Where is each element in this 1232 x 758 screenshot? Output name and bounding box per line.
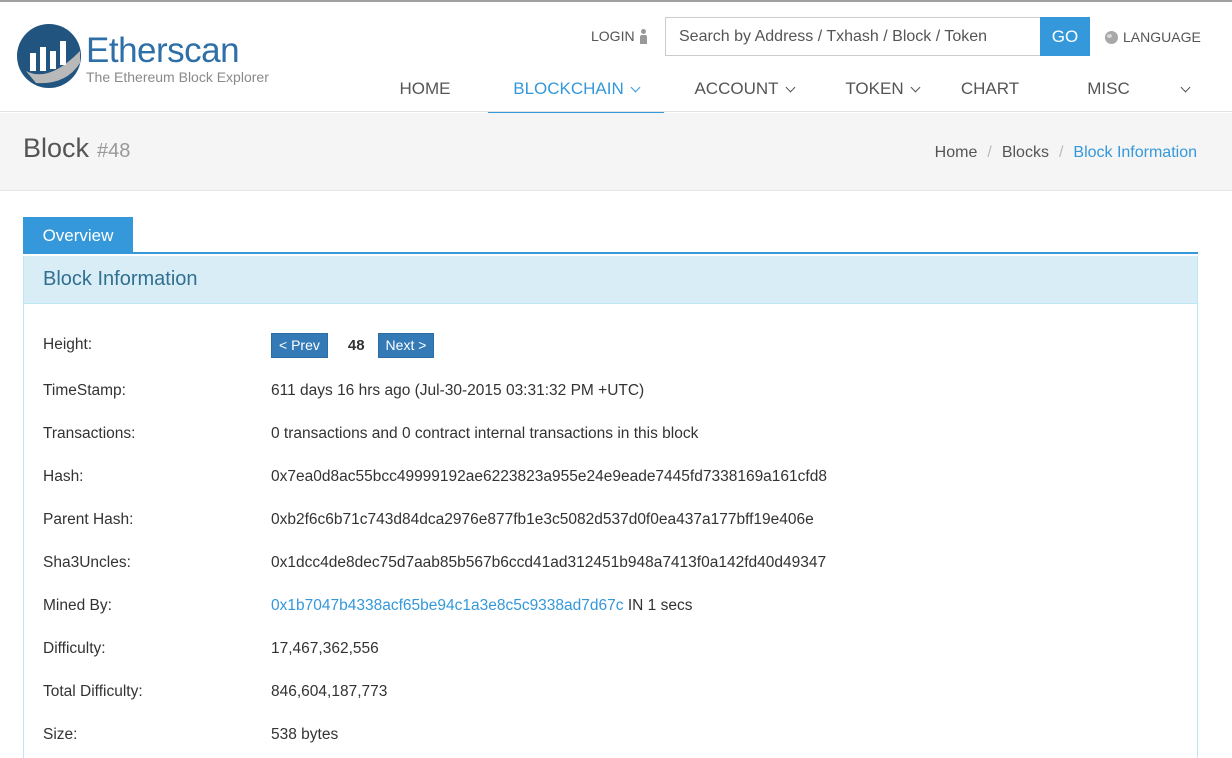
breadcrumb: Home / Blocks / Block Information <box>935 144 1197 162</box>
nav-misc-label: MISC <box>1087 79 1130 98</box>
prev-block-button[interactable]: < Prev <box>271 332 328 358</box>
hash-value: 0x7ea0d8ac55bcc49999192ae6223823a955e24e… <box>271 468 827 485</box>
parent-hash-label: Parent Hash: <box>43 511 134 528</box>
mined-by-label: Mined By: <box>43 597 112 614</box>
sha3uncles-value: 0x1dcc4de8dec75d7aab85b567b6ccd41ad31245… <box>271 554 827 571</box>
login-link[interactable]: LOGIN <box>591 28 648 44</box>
transactions-row: Transactions: 0 transactions and 0 contr… <box>43 422 1183 446</box>
login-label: LOGIN <box>591 28 635 44</box>
next-block-button[interactable]: Next > <box>377 332 435 358</box>
breadcrumb-current: Block Information <box>1073 144 1197 161</box>
total-difficulty-label: Total Difficulty: <box>43 683 143 700</box>
transactions-label: Transactions: <box>43 425 136 442</box>
breadcrumb-separator: / <box>987 144 992 161</box>
timestamp-row: TimeStamp: 611 days 16 hrs ago (Jul-30-2… <box>43 379 1183 403</box>
difficulty-row: Difficulty: 17,467,362,556 <box>43 637 1183 661</box>
user-icon <box>639 28 648 44</box>
mined-by-value: 0x1b7047b4338acf65be94c1a3e8c5c9338ad7d6… <box>271 597 692 615</box>
hash-row: Hash: 0x7ea0d8ac55bcc49999192ae6223823a9… <box>43 465 1183 489</box>
language-selector[interactable]: LANGUAGE <box>1105 29 1201 45</box>
nav-blockchain-label: BLOCKCHAIN <box>513 79 624 98</box>
search-go-button[interactable]: GO <box>1040 17 1090 56</box>
size-value: 538 bytes <box>271 726 339 743</box>
chevron-down-icon <box>785 82 795 92</box>
language-label: LANGUAGE <box>1123 29 1201 45</box>
nav-home[interactable]: HOME <box>362 66 488 112</box>
nav-misc[interactable]: MISC <box>1040 66 1216 112</box>
block-number: #48 <box>97 140 131 162</box>
sha3uncles-label: Sha3Uncles: <box>43 554 131 571</box>
size-label: Size: <box>43 726 78 743</box>
breadcrumb-home[interactable]: Home <box>935 144 978 162</box>
page-title-bar: Block #48 Home / Blocks / Block Informat… <box>0 113 1232 191</box>
parent-hash-row: Parent Hash: 0xb2f6c6b71c743d84dca2976e8… <box>43 508 1183 532</box>
nav-home-label: HOME <box>399 79 451 98</box>
nav-account-label: ACCOUNT <box>694 79 779 98</box>
tab-bar: Overview <box>23 217 1198 254</box>
total-difficulty-row: Total Difficulty: 846,604,187,773 <box>43 680 1183 704</box>
timestamp-label: TimeStamp: <box>43 382 126 399</box>
mined-time: IN 1 secs <box>623 597 693 614</box>
height-value: < Prev 48 Next > <box>271 332 435 358</box>
parent-hash-link[interactable]: 0xb2f6c6b71c743d84dca2976e877fb1e3c5082d… <box>271 511 814 529</box>
sha3uncles-row: Sha3Uncles: 0x1dcc4de8dec75d7aab85b567b6… <box>43 551 1183 575</box>
chevron-down-icon <box>910 82 921 92</box>
nav-blockchain[interactable]: BLOCKCHAIN <box>488 66 664 114</box>
difficulty-label: Difficulty: <box>43 640 106 657</box>
nav-chart-label: CHART <box>960 79 1020 98</box>
block-height: 48 <box>347 336 365 354</box>
main-nav: HOME BLOCKCHAIN ACCOUNT TOKEN CHART MISC <box>0 66 1232 114</box>
breadcrumb-blocks[interactable]: Blocks <box>1002 144 1049 162</box>
brand-name: Etherscan <box>86 31 240 70</box>
panel-heading: Block Information <box>24 256 1197 304</box>
site-header: Etherscan The Ethereum Block Explorer LO… <box>0 2 1232 114</box>
height-row: Height: < Prev 48 Next > <box>43 332 1183 358</box>
timestamp-value: 611 days 16 hrs ago (Jul-30-2015 03:31:3… <box>271 382 645 399</box>
tab-overview[interactable]: Overview <box>23 217 133 254</box>
chevron-down-icon <box>1180 82 1191 92</box>
search-input[interactable] <box>665 17 1040 56</box>
nav-token[interactable]: TOKEN <box>824 66 940 112</box>
mined-by-row: Mined By: 0x1b7047b4338acf65be94c1a3e8c5… <box>43 594 1183 618</box>
miner-address-link[interactable]: 0x1b7047b4338acf65be94c1a3e8c5c9338ad7d6… <box>271 597 624 615</box>
nav-chart[interactable]: CHART <box>940 66 1040 112</box>
globe-icon <box>1105 30 1118 44</box>
page-title: Block <box>23 133 90 163</box>
chevron-down-icon <box>630 82 641 92</box>
height-label: Height: <box>43 336 93 353</box>
breadcrumb-separator: / <box>1058 144 1064 161</box>
difficulty-value: 17,467,362,556 <box>271 640 379 657</box>
size-row: Size: 538 bytes <box>43 723 1183 747</box>
nav-account[interactable]: ACCOUNT <box>664 66 824 112</box>
block-info-panel: Block Information Height: < Prev 48 Next… <box>23 256 1198 758</box>
transactions-value: 0 transactions and 0 contract internal t… <box>271 425 699 442</box>
nav-token-label: TOKEN <box>845 79 904 98</box>
total-difficulty-value: 846,604,187,773 <box>271 683 388 700</box>
hash-label: Hash: <box>43 468 84 485</box>
